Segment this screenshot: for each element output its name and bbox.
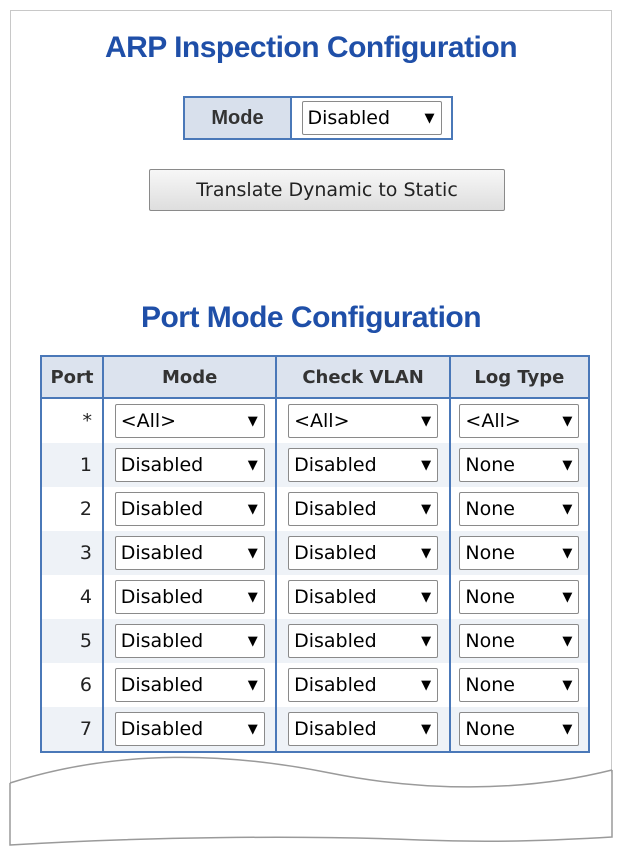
chevron-down-icon: ▼	[247, 413, 258, 429]
chevron-down-icon: ▼	[562, 677, 573, 693]
mode-select[interactable]: Disabled ▼	[114, 580, 265, 614]
chevron-down-icon: ▼	[562, 545, 573, 561]
header-check-vlan: Check VLAN	[275, 355, 451, 399]
log-type-select[interactable]: <All> ▼	[459, 404, 580, 438]
table-row: 4 Disabled ▼ Disabled ▼ None ▼	[40, 575, 591, 619]
port-number: 2	[40, 487, 104, 531]
mode-select[interactable]: Disabled ▼	[114, 448, 265, 482]
port-number: 1	[40, 443, 104, 487]
table-row: * <All> ▼ <All> ▼ <All> ▼	[40, 398, 591, 443]
log-type-select[interactable]: None ▼	[459, 536, 580, 570]
mode-select[interactable]: Disabled ▼	[114, 536, 265, 570]
chevron-down-icon: ▼	[421, 677, 432, 693]
chevron-down-icon: ▼	[562, 413, 573, 429]
check-vlan-select[interactable]: <All> ▼	[288, 404, 439, 438]
log-type-select[interactable]: None ▼	[459, 712, 580, 746]
log-type-select[interactable]: None ▼	[459, 448, 580, 482]
chevron-down-icon: ▼	[421, 501, 432, 517]
header-port: Port	[40, 355, 104, 399]
mode-select[interactable]: <All> ▼	[114, 404, 265, 438]
port-mode-section-title: Port Mode Configuration	[140, 301, 482, 334]
port-mode-table-wrap: Port Mode Check VLAN Log Type * <All> ▼ <Al…	[40, 355, 591, 753]
chevron-down-icon: ▼	[421, 545, 432, 561]
port-mode-table: Port Mode Check VLAN Log Type * <All> ▼ <Al…	[40, 355, 591, 753]
global-mode-box: Mode Disabled ▼	[183, 96, 453, 140]
chevron-down-icon: ▼	[247, 633, 258, 649]
chevron-down-icon: ▼	[562, 501, 573, 517]
mode-label: Mode	[185, 98, 292, 138]
port-number: 4	[40, 575, 104, 619]
port-number: 6	[40, 663, 104, 707]
check-vlan-select[interactable]: Disabled ▼	[288, 580, 439, 614]
header-log-type: Log Type	[448, 355, 591, 399]
chevron-down-icon: ▼	[247, 677, 258, 693]
log-type-select[interactable]: None ▼	[459, 624, 580, 658]
port-number: 5	[40, 619, 104, 663]
chevron-down-icon: ▼	[421, 589, 432, 605]
log-type-select[interactable]: None ▼	[459, 668, 580, 702]
table-row: 6 Disabled ▼ Disabled ▼ None ▼	[40, 663, 591, 707]
page-title: ARP Inspection Configuration	[104, 31, 518, 64]
table-row: 5 Disabled ▼ Disabled ▼ None ▼	[40, 619, 591, 663]
log-type-select[interactable]: None ▼	[459, 580, 580, 614]
port-number: 3	[40, 531, 104, 575]
translate-dynamic-to-static-button[interactable]: Translate Dynamic to Static	[149, 169, 505, 211]
chevron-down-icon: ▼	[421, 413, 432, 429]
chevron-down-icon: ▼	[562, 589, 573, 605]
port-number: *	[40, 398, 104, 443]
mode-select[interactable]: Disabled ▼	[114, 492, 265, 526]
chevron-down-icon: ▼	[562, 457, 573, 473]
chevron-down-icon: ▼	[247, 457, 258, 473]
torn-page-edge	[0, 756, 622, 847]
header-mode: Mode	[101, 355, 278, 399]
check-vlan-select[interactable]: Disabled ▼	[288, 624, 439, 658]
chevron-down-icon: ▼	[562, 721, 573, 737]
table-row: 3 Disabled ▼ Disabled ▼ None ▼	[40, 531, 591, 575]
mode-select[interactable]: Disabled ▼	[114, 624, 265, 658]
table-row: 2 Disabled ▼ Disabled ▼ None ▼	[40, 487, 591, 531]
chevron-down-icon: ▼	[421, 633, 432, 649]
table-row: 1 Disabled ▼ Disabled ▼ None ▼	[40, 443, 591, 487]
chevron-down-icon: ▼	[424, 110, 435, 126]
chevron-down-icon: ▼	[247, 721, 258, 737]
chevron-down-icon: ▼	[247, 545, 258, 561]
chevron-down-icon: ▼	[421, 457, 432, 473]
check-vlan-select[interactable]: Disabled ▼	[288, 448, 439, 482]
chevron-down-icon: ▼	[247, 501, 258, 517]
check-vlan-select[interactable]: Disabled ▼	[288, 712, 439, 746]
check-vlan-select[interactable]: Disabled ▼	[288, 668, 439, 702]
chevron-down-icon: ▼	[562, 633, 573, 649]
chevron-down-icon: ▼	[247, 589, 258, 605]
mode-select[interactable]: Disabled ▼	[114, 712, 265, 746]
check-vlan-select[interactable]: Disabled ▼	[288, 536, 439, 570]
mode-select[interactable]: Disabled ▼	[114, 668, 265, 702]
chevron-down-icon: ▼	[421, 721, 432, 737]
log-type-select[interactable]: None ▼	[459, 492, 580, 526]
check-vlan-select[interactable]: Disabled ▼	[288, 492, 439, 526]
global-mode-select[interactable]: Disabled ▼	[301, 101, 442, 135]
